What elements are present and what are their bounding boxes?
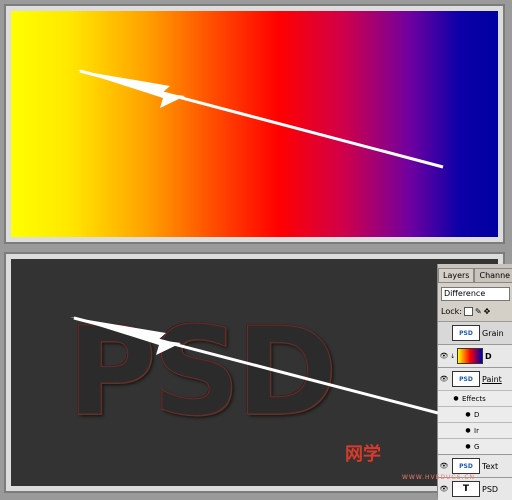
bottom-arrow-icon bbox=[70, 316, 439, 415]
top-arrow-icon bbox=[76, 69, 444, 169]
watermark-text: 网学 bbox=[345, 444, 381, 465]
watermark-logo: 网学 bbox=[345, 440, 381, 466]
watermark-url: WWW.HVEDUCS.CN bbox=[402, 474, 476, 481]
arrow-overlay bbox=[70, 69, 444, 415]
